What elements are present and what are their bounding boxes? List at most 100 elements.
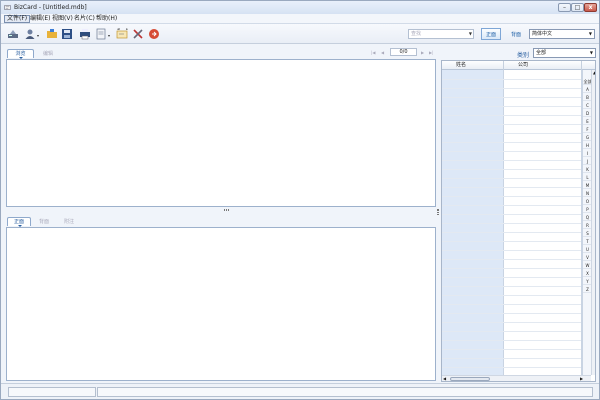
detail-tabs: 正面 背面 附注	[7, 216, 87, 227]
maximize-button[interactable]: □	[571, 3, 584, 12]
scanner-icon	[8, 30, 18, 38]
row-divider	[442, 196, 581, 197]
grip-icon	[437, 209, 439, 215]
row-divider	[442, 232, 581, 233]
language-select[interactable]: 简体中文 ▼	[529, 29, 595, 39]
grid-header: 姓名 公司	[442, 61, 595, 70]
preview-tabs: 浏览 编辑	[7, 48, 67, 59]
search-input[interactable]: 查找 ▼	[408, 29, 474, 39]
horizontal-splitter[interactable]	[6, 208, 436, 212]
row-divider	[442, 286, 581, 287]
row-divider	[442, 331, 581, 332]
menu-bar: 文件(F) 编辑(E) 视图(V) 名片(C) 帮助(H)	[1, 14, 599, 24]
card-preview-area[interactable]	[6, 59, 436, 207]
toolbar: ▾ ▾ 查找 ▼ 正面 背面 简体中文 ▼	[1, 24, 599, 44]
row-divider	[442, 133, 581, 134]
row-divider	[442, 214, 581, 215]
scroll-up-icon[interactable]: ▲	[592, 70, 595, 76]
app-window: BizCard - [Untitled.mdb] – □ x 文件(F) 编辑(…	[0, 0, 600, 400]
scroll-right-icon[interactable]: ▶	[580, 376, 583, 381]
row-divider	[442, 142, 581, 143]
chevron-down-icon: ▼	[588, 31, 592, 36]
row-divider	[442, 322, 581, 323]
vertical-scrollbar[interactable]: ▲	[591, 70, 595, 375]
menu-help[interactable]: 帮助(H)	[94, 15, 119, 23]
minimize-icon: –	[563, 3, 566, 11]
row-divider	[442, 169, 581, 170]
name-column-bg	[442, 61, 503, 381]
card-detail-area[interactable]	[6, 227, 436, 381]
row-divider	[442, 79, 581, 80]
recognize-card-icon	[116, 28, 128, 39]
status-pane-right	[97, 387, 593, 397]
save-button[interactable]	[60, 27, 74, 41]
column-header-name[interactable]: 姓名	[456, 62, 466, 69]
status-bar	[1, 383, 599, 399]
close-button[interactable]: x	[584, 3, 597, 12]
next-page-icon[interactable]: ▶	[421, 50, 424, 55]
maximize-icon: □	[574, 3, 581, 11]
tab-browse[interactable]: 浏览	[7, 49, 34, 59]
open-folder-icon	[47, 29, 57, 38]
tab-edit[interactable]: 编辑	[35, 49, 61, 58]
settings-button[interactable]	[131, 27, 145, 41]
tab-front[interactable]: 正面	[7, 217, 31, 227]
scan-card-button[interactable]	[6, 27, 20, 41]
menu-edit[interactable]: 编辑(E)	[28, 15, 52, 23]
row-divider	[442, 205, 581, 206]
recognize-button[interactable]	[115, 27, 129, 41]
app-icon	[4, 5, 11, 10]
import-button[interactable]	[23, 27, 37, 41]
row-divider	[442, 97, 581, 98]
last-page-icon[interactable]: ▶|	[429, 50, 433, 55]
menu-file[interactable]: 文件(F)	[4, 15, 31, 23]
row-divider	[442, 241, 581, 242]
print-button[interactable]	[78, 27, 92, 41]
tools-icon	[133, 29, 143, 39]
import-person-icon	[25, 29, 35, 39]
column-separator	[503, 61, 504, 70]
close-icon: x	[588, 3, 593, 11]
category-row: 类别 全部 ▼	[441, 48, 596, 59]
previous-page-icon[interactable]: ◀	[381, 50, 384, 55]
save-icon	[62, 29, 72, 39]
alphabet-index: 全部 A B C D E F G H I J K L M N O P Q R S T U V W X Y Z	[582, 70, 592, 375]
card-list-grid[interactable]: 姓名 公司 全部 A B C D E F G H I J K L M N O P Q R S T U V W X Y Z ▲ ◀ ▶	[441, 60, 596, 382]
row-divider	[442, 88, 581, 89]
row-divider	[442, 277, 581, 278]
language-value: 简体中文	[532, 31, 553, 37]
category-value: 全部	[536, 50, 547, 56]
exit-button[interactable]	[147, 27, 161, 41]
row-divider	[442, 304, 581, 305]
column-header-company[interactable]: 公司	[518, 62, 528, 69]
open-button[interactable]	[45, 27, 59, 41]
category-select[interactable]: 全部 ▼	[533, 48, 596, 58]
page-indicator: 0/0	[390, 48, 417, 56]
vertical-splitter[interactable]	[436, 46, 440, 382]
chevron-down-icon[interactable]: ▾	[108, 33, 110, 38]
printer-icon	[80, 29, 90, 40]
exit-icon	[149, 29, 159, 39]
minimize-button[interactable]: –	[558, 3, 571, 12]
row-divider	[442, 187, 581, 188]
chevron-down-icon[interactable]: ▾	[37, 33, 39, 38]
tab-notes[interactable]: 附注	[57, 217, 81, 226]
tab-back[interactable]: 背面	[32, 217, 56, 226]
row-divider	[442, 115, 581, 116]
horizontal-scrollbar[interactable]: ◀ ▶	[442, 375, 591, 381]
category-label: 类别	[517, 52, 530, 59]
back-side-button[interactable]: 背面	[506, 28, 526, 40]
first-page-icon[interactable]: |◀	[371, 50, 375, 55]
front-side-button[interactable]: 正面	[481, 28, 501, 40]
status-pane-left	[8, 387, 96, 397]
chevron-down-icon[interactable]: ▼	[469, 30, 472, 38]
row-divider	[442, 250, 581, 251]
scroll-left-icon[interactable]: ◀	[443, 376, 446, 381]
row-divider	[442, 295, 581, 296]
row-divider	[442, 223, 581, 224]
scroll-thumb[interactable]	[450, 377, 490, 381]
export-button[interactable]	[94, 27, 108, 41]
row-divider	[442, 124, 581, 125]
grip-icon	[224, 209, 229, 211]
search-placeholder: 查找	[411, 31, 422, 37]
